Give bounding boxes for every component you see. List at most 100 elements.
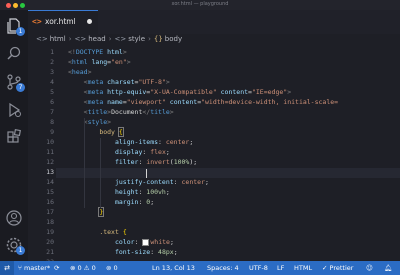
breadcrumb-body[interactable]: body — [165, 35, 182, 43]
code-token: charset — [103, 78, 135, 86]
encoding[interactable]: UTF-8 — [249, 264, 268, 272]
remote-indicator-icon[interactable]: ⇄ — [0, 261, 14, 275]
code-token: color — [114, 238, 135, 246]
extensions-icon[interactable] — [4, 128, 24, 148]
line-number: 2 — [50, 58, 54, 66]
code-token: center — [181, 178, 205, 186]
code-token: : — [173, 178, 182, 186]
activity-bar: 1 7 1 — [0, 10, 28, 261]
line-number: 12 — [46, 158, 54, 166]
settings-badge: 1 — [16, 246, 25, 255]
code-editor[interactable]: 12345678910111213141516171819202122 <!DO… — [28, 47, 400, 261]
code-token: lang — [87, 58, 108, 66]
unsaved-dot-icon[interactable] — [87, 19, 92, 24]
code-token: > — [169, 108, 174, 116]
line-number: 5 — [50, 88, 54, 96]
run-debug-icon[interactable] — [4, 100, 24, 120]
code-line: <html lang="en"> — [68, 58, 131, 66]
breadcrumb-style[interactable]: style — [128, 35, 145, 43]
problems-status[interactable]: ⊗ 0 ⚠ 0 — [70, 264, 96, 272]
warning-count: 0 — [91, 264, 96, 272]
line-number: 4 — [50, 78, 54, 86]
breadcrumb-head[interactable]: head — [88, 35, 105, 43]
settings-gear-icon[interactable]: 1 — [4, 235, 25, 255]
line-number: 18 — [46, 218, 54, 226]
code-token: center — [165, 138, 190, 146]
line-number-gutter: 12345678910111213141516171819202122 — [28, 47, 56, 261]
antenna-icon: ⊚ — [106, 264, 114, 272]
code-token: ); — [189, 158, 198, 166]
line-number: 3 — [50, 68, 54, 76]
tab-xor-html[interactable]: <> xor.html — [28, 10, 98, 34]
code-token: .text — [99, 228, 119, 236]
text-cursor — [146, 168, 147, 178]
code-token: ; — [150, 198, 155, 206]
html-tag-icon: <> — [36, 35, 48, 43]
line-number: 15 — [46, 188, 54, 196]
chevron-right-icon: › — [68, 35, 72, 43]
error-icon: ⊗ — [70, 264, 78, 272]
code-token: "width=device-width, initial-scale= — [201, 98, 339, 106]
search-icon[interactable] — [4, 44, 24, 64]
line-number: 8 — [50, 118, 54, 126]
line-number: 17 — [46, 208, 54, 216]
code-token: } — [98, 207, 105, 217]
end-of-line[interactable]: LF — [277, 264, 284, 272]
code-token: ; — [169, 238, 174, 246]
code-line: <style> — [68, 118, 111, 126]
explorer-icon[interactable]: 1 — [4, 16, 25, 36]
branch-status[interactable]: ⑂ master* — [18, 264, 50, 272]
code-token: "en" — [111, 58, 127, 66]
cursor-position[interactable]: Ln 13, Col 13 — [152, 264, 195, 272]
line-number: 9 — [50, 128, 54, 136]
line-number: 20 — [46, 238, 54, 246]
code-token: <! — [68, 48, 76, 56]
code-token: display — [114, 148, 143, 156]
code-line: <title>Document</title> — [68, 108, 174, 116]
indent-guide — [84, 118, 85, 208]
line-number: 11 — [46, 148, 54, 156]
source-control-icon[interactable]: 7 — [4, 72, 25, 92]
code-token: http-equiv — [103, 88, 147, 96]
account-icon[interactable] — [4, 208, 24, 228]
line-number: 16 — [46, 198, 54, 206]
feedback-icon[interactable]: ☺ — [366, 264, 373, 272]
code-token: { — [122, 228, 127, 236]
warning-icon: ⚠ — [81, 264, 92, 272]
line-number: 6 — [50, 98, 54, 106]
ports-status[interactable]: ⊚ 0 — [106, 264, 118, 272]
indentation[interactable]: Spaces: 4 — [207, 264, 239, 272]
prettier-status[interactable]: ✓ Prettier — [322, 264, 353, 272]
line-number: 14 — [46, 178, 54, 186]
code-token: head — [71, 68, 88, 76]
code-token: body — [99, 128, 115, 136]
line-number: 13 — [46, 168, 54, 176]
line-number: 1 — [50, 48, 54, 56]
code-token: invert — [146, 158, 170, 166]
sync-icon[interactable]: ⟳ — [54, 264, 59, 272]
line-number: 10 — [46, 138, 54, 146]
color-swatch-icon[interactable] — [142, 238, 150, 246]
code-token: ; — [165, 148, 170, 156]
code-token: > — [122, 48, 127, 56]
code-token: ; — [204, 178, 209, 186]
code-token: 100% — [173, 158, 190, 166]
code-token: DOCTYPE — [75, 48, 104, 56]
notifications-bell-icon[interactable]: 🔔︎ — [384, 264, 392, 272]
code-token: height — [114, 188, 139, 196]
language-mode[interactable]: HTML — [294, 264, 312, 272]
breadcrumb-html[interactable]: html — [50, 35, 66, 43]
code-token: name — [103, 98, 123, 106]
branch-name: master* — [23, 264, 51, 272]
code-token: align-items — [114, 138, 159, 146]
